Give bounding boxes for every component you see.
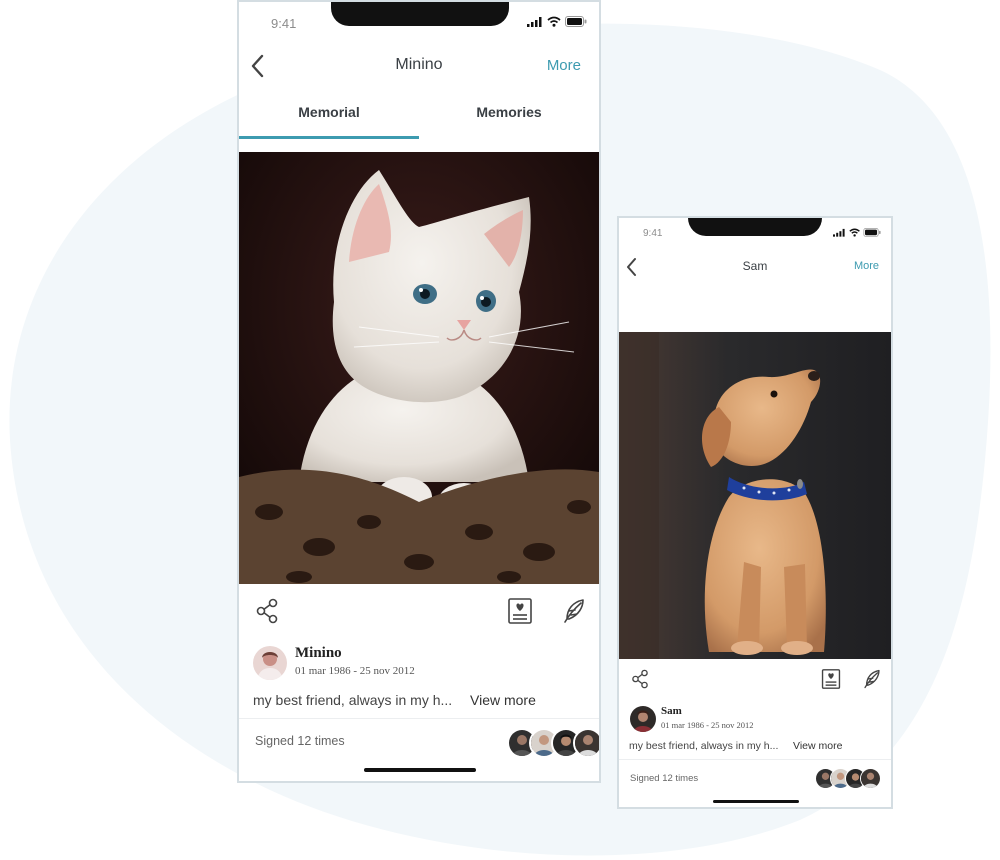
tab-memorial[interactable]: Memorial xyxy=(239,104,419,120)
action-bar xyxy=(239,594,599,630)
view-more-link[interactable]: View more xyxy=(470,692,536,708)
tab-bar: Memorial Memories xyxy=(239,98,599,140)
feather-icon[interactable] xyxy=(561,597,587,625)
wifi-icon xyxy=(849,228,860,237)
phone-notch xyxy=(331,2,509,26)
phone-notch xyxy=(688,218,822,236)
pet-description: my best friend, always in my h... xyxy=(253,692,453,708)
pet-description: my best friend, always in my h... xyxy=(629,740,779,752)
avatar xyxy=(630,706,656,732)
nav-header: Minino More xyxy=(239,50,599,82)
home-indicator xyxy=(713,800,799,803)
more-button[interactable]: More xyxy=(547,57,581,74)
memorial-card-icon[interactable] xyxy=(507,597,533,625)
memorial-card-icon[interactable] xyxy=(821,668,841,690)
signers-avatars[interactable] xyxy=(815,768,881,789)
status-icons xyxy=(527,16,587,27)
divider xyxy=(239,718,599,719)
battery-icon xyxy=(863,228,881,237)
page-title: Minino xyxy=(395,56,443,73)
view-more-link[interactable]: View more xyxy=(793,740,842,752)
share-icon[interactable] xyxy=(631,669,649,689)
pet-dates: 01 mar 1986 - 25 nov 2012 xyxy=(295,665,415,677)
signal-icon xyxy=(833,228,845,237)
signer-avatar xyxy=(860,768,881,789)
feather-icon[interactable] xyxy=(862,668,882,690)
status-time: 9:41 xyxy=(271,16,297,31)
avatar xyxy=(253,646,287,680)
pet-name: Sam xyxy=(661,705,682,717)
status-icons xyxy=(833,228,881,237)
share-icon[interactable] xyxy=(255,598,279,624)
signer-avatar xyxy=(573,728,599,758)
phone-memorial-minino: 9:41 Minino More Memorial Memories Minin… xyxy=(237,0,601,783)
active-tab-indicator xyxy=(239,136,419,139)
more-button[interactable]: More xyxy=(854,260,879,272)
wifi-icon xyxy=(547,16,561,27)
tab-memories[interactable]: Memories xyxy=(419,104,599,120)
divider xyxy=(619,759,891,760)
phone-memorial-sam: 9:41 Sam More Sam 01 mar 1986 - 25 nov 2… xyxy=(617,216,893,809)
pet-photo-kitten xyxy=(239,152,599,584)
pet-photo-puppy xyxy=(619,332,891,659)
battery-icon xyxy=(565,16,587,27)
pet-dates: 01 mar 1986 - 25 nov 2012 xyxy=(661,720,754,730)
signed-count: Signed 12 times xyxy=(255,734,345,748)
home-indicator xyxy=(364,768,476,772)
status-time: 9:41 xyxy=(643,228,663,239)
signal-icon xyxy=(527,16,542,27)
page-title: Sam xyxy=(742,259,768,273)
signed-count: Signed 12 times xyxy=(630,773,699,784)
pet-name: Minino xyxy=(295,645,342,661)
signers-avatars[interactable] xyxy=(507,728,599,758)
